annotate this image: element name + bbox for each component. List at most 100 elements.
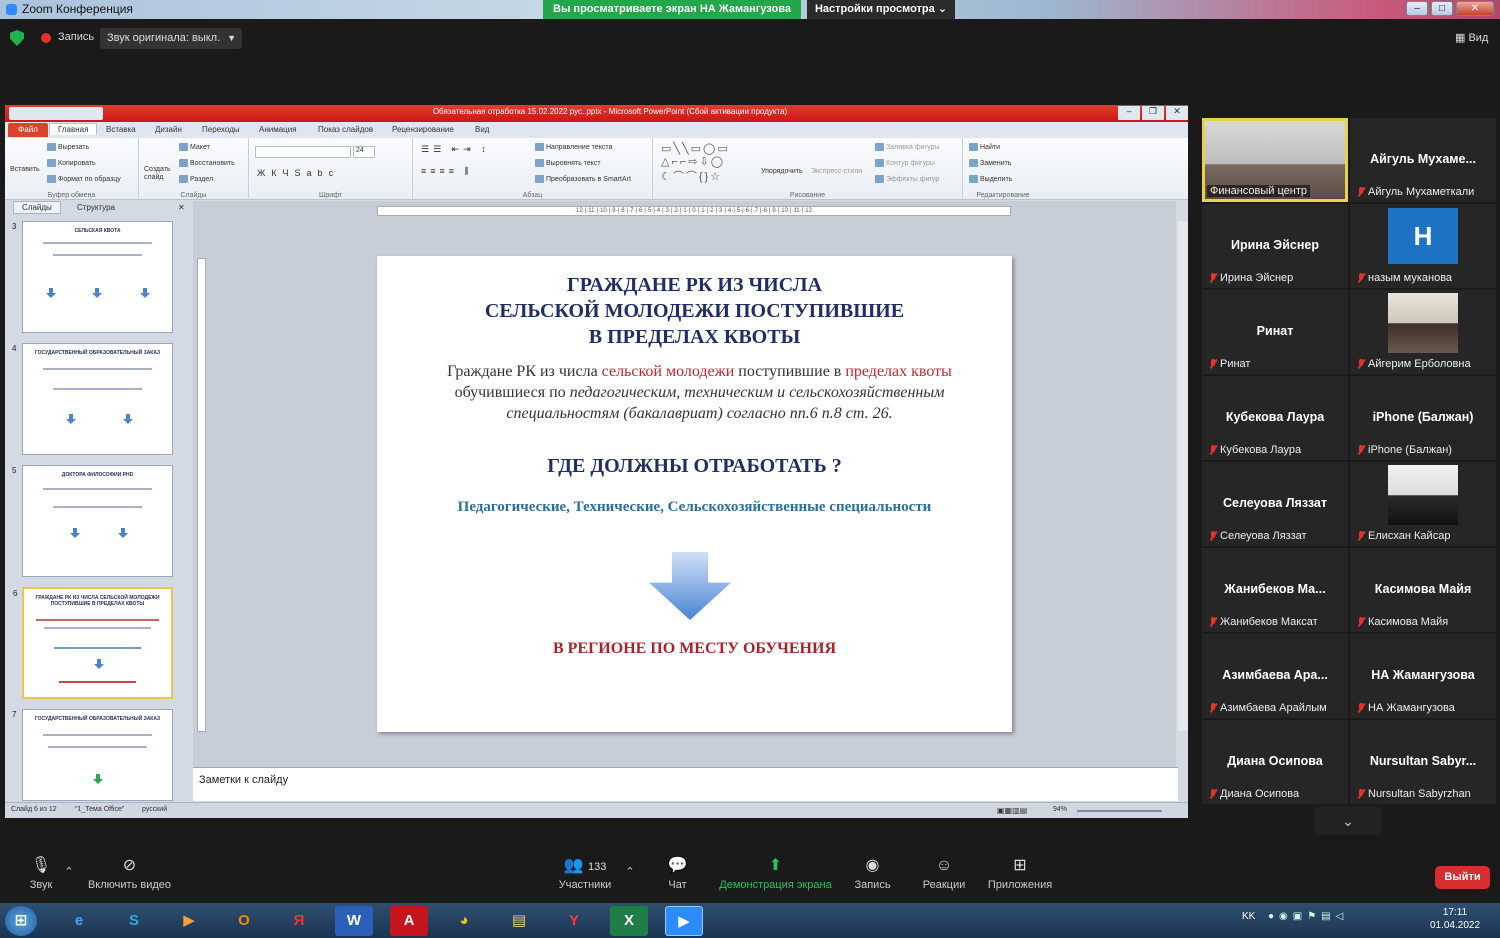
section-button[interactable]: Раздел xyxy=(179,175,213,183)
tab-view[interactable]: Вид xyxy=(475,125,489,134)
audio-button[interactable]: 🎙 Звук xyxy=(25,857,57,891)
arrange-button[interactable]: Упорядочить xyxy=(761,168,803,175)
start-button-icon[interactable]: ⊞ xyxy=(5,906,37,936)
slide-thumbnail-3[interactable]: 3 СЕЛЬСКАЯ КВОТА xyxy=(12,221,173,333)
notes-pane[interactable]: Заметки к слайду xyxy=(193,767,1178,801)
system-clock[interactable]: 17:11 01.04.2022 xyxy=(1420,906,1490,932)
font-name-select[interactable] xyxy=(255,146,351,158)
participant-tile[interactable]: Айгуль Мухаме... Айгуль Мухаметкали xyxy=(1350,118,1496,202)
ppt-restore-button[interactable]: ❐ xyxy=(1142,106,1164,120)
align-text-button[interactable]: Выровнять текст xyxy=(535,159,601,167)
file-explorer-icon[interactable]: ▤ xyxy=(500,906,538,936)
media-player-icon[interactable]: ▶ xyxy=(170,906,208,936)
tab-file[interactable]: Файл xyxy=(8,123,48,137)
chrome-icon[interactable]: ◕ xyxy=(445,906,483,936)
excel-icon[interactable]: X xyxy=(610,906,648,936)
tray-icons[interactable]: ●◉▣⚑▤◁ xyxy=(1268,911,1348,922)
quick-access-toolbar[interactable] xyxy=(9,107,103,120)
align-buttons[interactable]: ≡≡≡≡ ⫼ xyxy=(421,166,473,177)
reset-button[interactable]: Восстановить xyxy=(179,159,235,167)
participants-chevron-icon[interactable]: ⌃ xyxy=(624,865,636,878)
tab-review[interactable]: Рецензирование xyxy=(392,125,454,134)
participant-tile[interactable]: Финансовый центр xyxy=(1202,118,1348,202)
tab-animation[interactable]: Анимация xyxy=(259,125,297,134)
participant-tile[interactable]: Айгерим Ерболовна xyxy=(1350,290,1496,374)
text-direction-button[interactable]: Направление текста xyxy=(535,143,612,151)
tab-outline[interactable]: Структура xyxy=(69,202,123,213)
font-format-buttons[interactable]: ЖКЧSabc xyxy=(257,168,339,178)
replace-button[interactable]: Заменить xyxy=(969,159,1011,167)
format-painter-button[interactable]: Формат по образцу xyxy=(47,175,121,183)
paste-button[interactable]: Вставить xyxy=(10,166,40,173)
tab-home[interactable]: Главная xyxy=(49,123,98,135)
word-icon[interactable]: W xyxy=(335,906,373,936)
participant-tile[interactable]: Кубекова Лаура Кубекова Лаура xyxy=(1202,376,1348,460)
keyboard-language[interactable]: KK xyxy=(1242,911,1255,922)
tab-transitions[interactable]: Переходы xyxy=(202,125,240,134)
cut-button[interactable]: Вырезать xyxy=(47,143,89,151)
select-button[interactable]: Выделить xyxy=(969,175,1012,183)
zoom-slider[interactable] xyxy=(1077,810,1162,812)
share-screen-button[interactable]: ⬆ Демонстрация экрана xyxy=(717,857,834,891)
skype-icon[interactable]: S xyxy=(115,906,153,936)
acrobat-icon[interactable]: A xyxy=(390,906,428,936)
font-size-select[interactable]: 24 xyxy=(353,146,375,158)
minimize-button[interactable]: – xyxy=(1406,1,1428,16)
participant-tile[interactable]: Диана Осипова Диана Осипова xyxy=(1202,720,1348,804)
shape-outline-button[interactable]: Контур фигуры xyxy=(875,159,935,167)
layout-button[interactable]: Макет xyxy=(179,143,210,151)
participant-tile[interactable]: Касимова Майя Касимова Майя xyxy=(1350,548,1496,632)
original-sound-button[interactable]: Звук оригинала: выкл. ▼ xyxy=(100,28,242,49)
yandex-icon[interactable]: Я xyxy=(280,906,318,936)
participant-tile[interactable]: Hназым муканова xyxy=(1350,204,1496,288)
participant-tile[interactable]: Азимбаева Ара... Азимбаева Арайлым xyxy=(1202,634,1348,718)
shapes-gallery[interactable]: ▭╲╲▭◯▭ △⌐⌐⇨⇩◯ ☾⌒⌒{}☆ xyxy=(661,142,730,184)
audio-options-chevron-icon[interactable]: ⌃ xyxy=(63,865,75,878)
slide-scrollbar[interactable] xyxy=(1178,221,1188,731)
participant-tile[interactable]: Ринат Ринат xyxy=(1202,290,1348,374)
tab-slideshow[interactable]: Показ слайдов xyxy=(318,125,373,134)
list-buttons[interactable]: ☰☰ ⇤⇥ ↕ xyxy=(421,144,490,155)
participant-tile[interactable]: Елисхан Кайсар xyxy=(1350,462,1496,546)
participant-tile[interactable]: Селеуова Ляззат Селеуова Ляззат xyxy=(1202,462,1348,546)
ppt-minimize-button[interactable]: – xyxy=(1118,106,1140,120)
new-slide-button[interactable]: Создать слайд xyxy=(144,166,174,182)
chat-button[interactable]: 💬 Чат xyxy=(660,857,695,891)
tab-slides[interactable]: Слайды xyxy=(13,201,61,214)
slide-thumbnail-5[interactable]: 5 ДОКТОРА ФИЛОСОФИИ PHD xyxy=(12,465,173,577)
ppt-close-button[interactable]: ✕ xyxy=(1166,106,1188,120)
slide-thumbnail-6-selected[interactable]: 6 ГРАЖДАНЕ РК ИЗ ЧИСЛА СЕЛЬСКОЙ МОЛОДЕЖИ… xyxy=(13,587,173,699)
tab-design[interactable]: Дизайн xyxy=(155,125,182,134)
view-settings-button[interactable]: Настройки просмотра ⌄ xyxy=(807,0,955,19)
shape-fill-button[interactable]: Заливка фигуры xyxy=(875,143,939,151)
close-button[interactable]: ✕ xyxy=(1456,1,1494,16)
leave-button[interactable]: Выйти xyxy=(1435,866,1490,889)
participant-tile[interactable]: Ирина Эйснер Ирина Эйснер xyxy=(1202,204,1348,288)
current-slide[interactable]: ГРАЖДАНЕ РК ИЗ ЧИСЛА СЕЛЬСКОЙ МОЛОДЕЖИ П… xyxy=(377,256,1012,732)
internet-explorer-icon[interactable]: e xyxy=(60,906,98,936)
apps-button[interactable]: ⊞ Приложения xyxy=(984,857,1056,891)
copy-button[interactable]: Копировать xyxy=(47,159,96,167)
find-button[interactable]: Найти xyxy=(969,143,1000,151)
quick-styles-button[interactable]: Экспресс-стили xyxy=(811,168,862,175)
slide-thumbnail-4[interactable]: 4 ГОСУДАРСТВЕННЫЙ ОБРАЗОВАТЕЛЬНЫЙ ЗАКАЗ xyxy=(12,343,173,455)
maximize-button[interactable]: □ xyxy=(1431,1,1453,16)
smartart-button[interactable]: Преобразовать в SmartArt xyxy=(535,175,631,183)
participant-tile[interactable]: НА Жамангузова НА Жамангузова xyxy=(1350,634,1496,718)
gallery-next-page-icon[interactable]: ⌄ xyxy=(1315,807,1381,835)
record-button[interactable]: ◉ Запись xyxy=(850,857,895,891)
reactions-button[interactable]: ☺ Реакции xyxy=(918,857,970,891)
yandex-browser-icon[interactable]: Y xyxy=(555,906,593,936)
video-button[interactable]: ⊘ Включить видео xyxy=(82,857,177,891)
view-buttons[interactable]: ▣▦▥▤ xyxy=(997,806,1027,815)
shape-effects-button[interactable]: Эффекты фигур xyxy=(875,175,939,183)
view-button[interactable]: ▦ Вид xyxy=(1455,31,1488,44)
participants-button[interactable]: 👥 133 Участники xyxy=(555,857,615,891)
zoom-taskbar-icon[interactable]: ▶ xyxy=(665,906,703,936)
participant-tile[interactable]: Жанибеков Ма... Жанибеков Максат xyxy=(1202,548,1348,632)
close-panel-icon[interactable]: ✕ xyxy=(178,203,185,212)
slide-thumbnail-7[interactable]: 7 ГОСУДАРСТВЕННЫЙ ОБРАЗОВАТЕЛЬНЫЙ ЗАКАЗ xyxy=(12,709,173,801)
tab-insert[interactable]: Вставка xyxy=(106,125,136,134)
chevron-down-icon[interactable]: ▼ xyxy=(227,28,236,49)
participant-tile[interactable]: iPhone (Балжан) iPhone (Балжан) xyxy=(1350,376,1496,460)
